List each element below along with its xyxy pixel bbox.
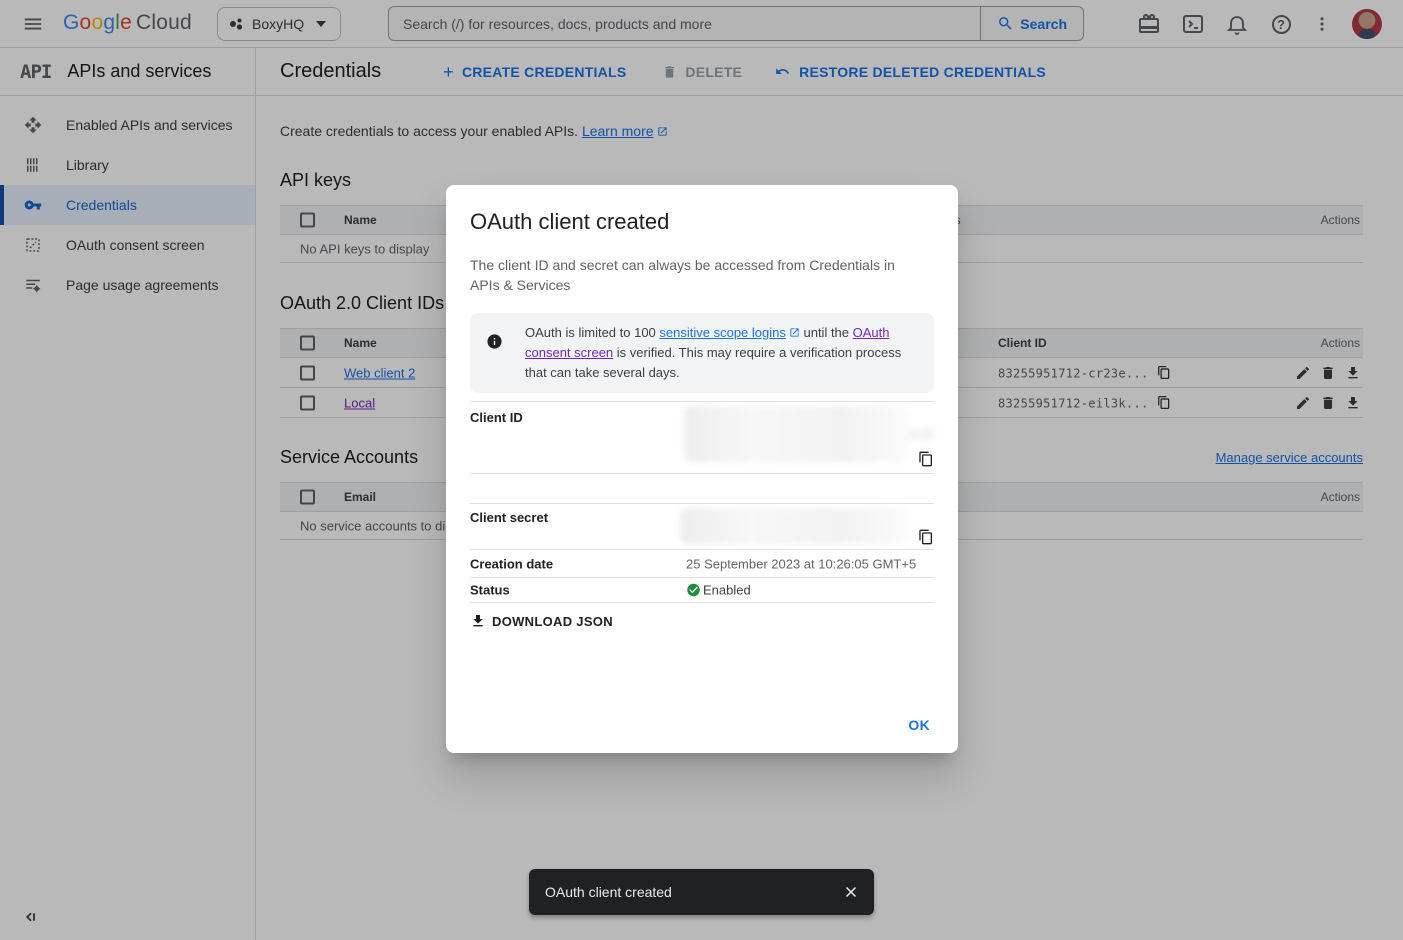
snackbar: OAuth client created: [529, 869, 874, 915]
client-id-redacted-value: [908, 428, 936, 440]
dialog-title: OAuth client created: [470, 209, 934, 235]
status-row: Status Enabled: [470, 577, 934, 603]
client-id-redacted-value: [684, 406, 909, 462]
dialog-description: The client ID and secret can always be a…: [470, 255, 922, 295]
external-link-icon: [789, 327, 800, 338]
oauth-client-created-dialog: OAuth client created The client ID and s…: [446, 185, 958, 753]
oauth-limit-notice: OAuth is limited to 100 sensitive scope …: [470, 313, 934, 393]
close-icon[interactable]: [842, 883, 860, 901]
client-id-label: Client ID: [470, 410, 523, 425]
client-secret-redacted-value: [680, 508, 910, 544]
ok-button[interactable]: OK: [908, 717, 930, 733]
creation-date-value: 25 September 2023 at 10:26:05 GMT+5: [686, 556, 916, 571]
copy-icon[interactable]: [918, 451, 934, 467]
creation-date-label: Creation date: [470, 556, 553, 571]
status-label: Status: [470, 583, 510, 598]
download-icon: [470, 613, 486, 629]
download-json-button[interactable]: DOWNLOAD JSON: [470, 613, 613, 629]
status-value: Enabled: [686, 583, 751, 598]
creation-date-row: Creation date 25 September 2023 at 10:26…: [470, 549, 934, 577]
sensitive-scope-logins-link[interactable]: sensitive scope logins: [659, 325, 785, 340]
info-icon: [486, 333, 503, 350]
dialog-fields: Client ID Client secret Creation date 25…: [470, 401, 934, 603]
snackbar-message: OAuth client created: [545, 884, 672, 900]
check-circle-icon: [686, 583, 701, 598]
notice-text: OAuth is limited to 100 sensitive scope …: [525, 323, 918, 383]
copy-icon[interactable]: [918, 529, 934, 545]
spacer-row: [470, 473, 934, 503]
client-secret-row: Client secret: [470, 503, 934, 549]
app-window: GoogleCloud BoxyHQ Search: [0, 0, 1403, 940]
client-secret-label: Client secret: [470, 510, 548, 525]
client-id-row: Client ID: [470, 401, 934, 473]
